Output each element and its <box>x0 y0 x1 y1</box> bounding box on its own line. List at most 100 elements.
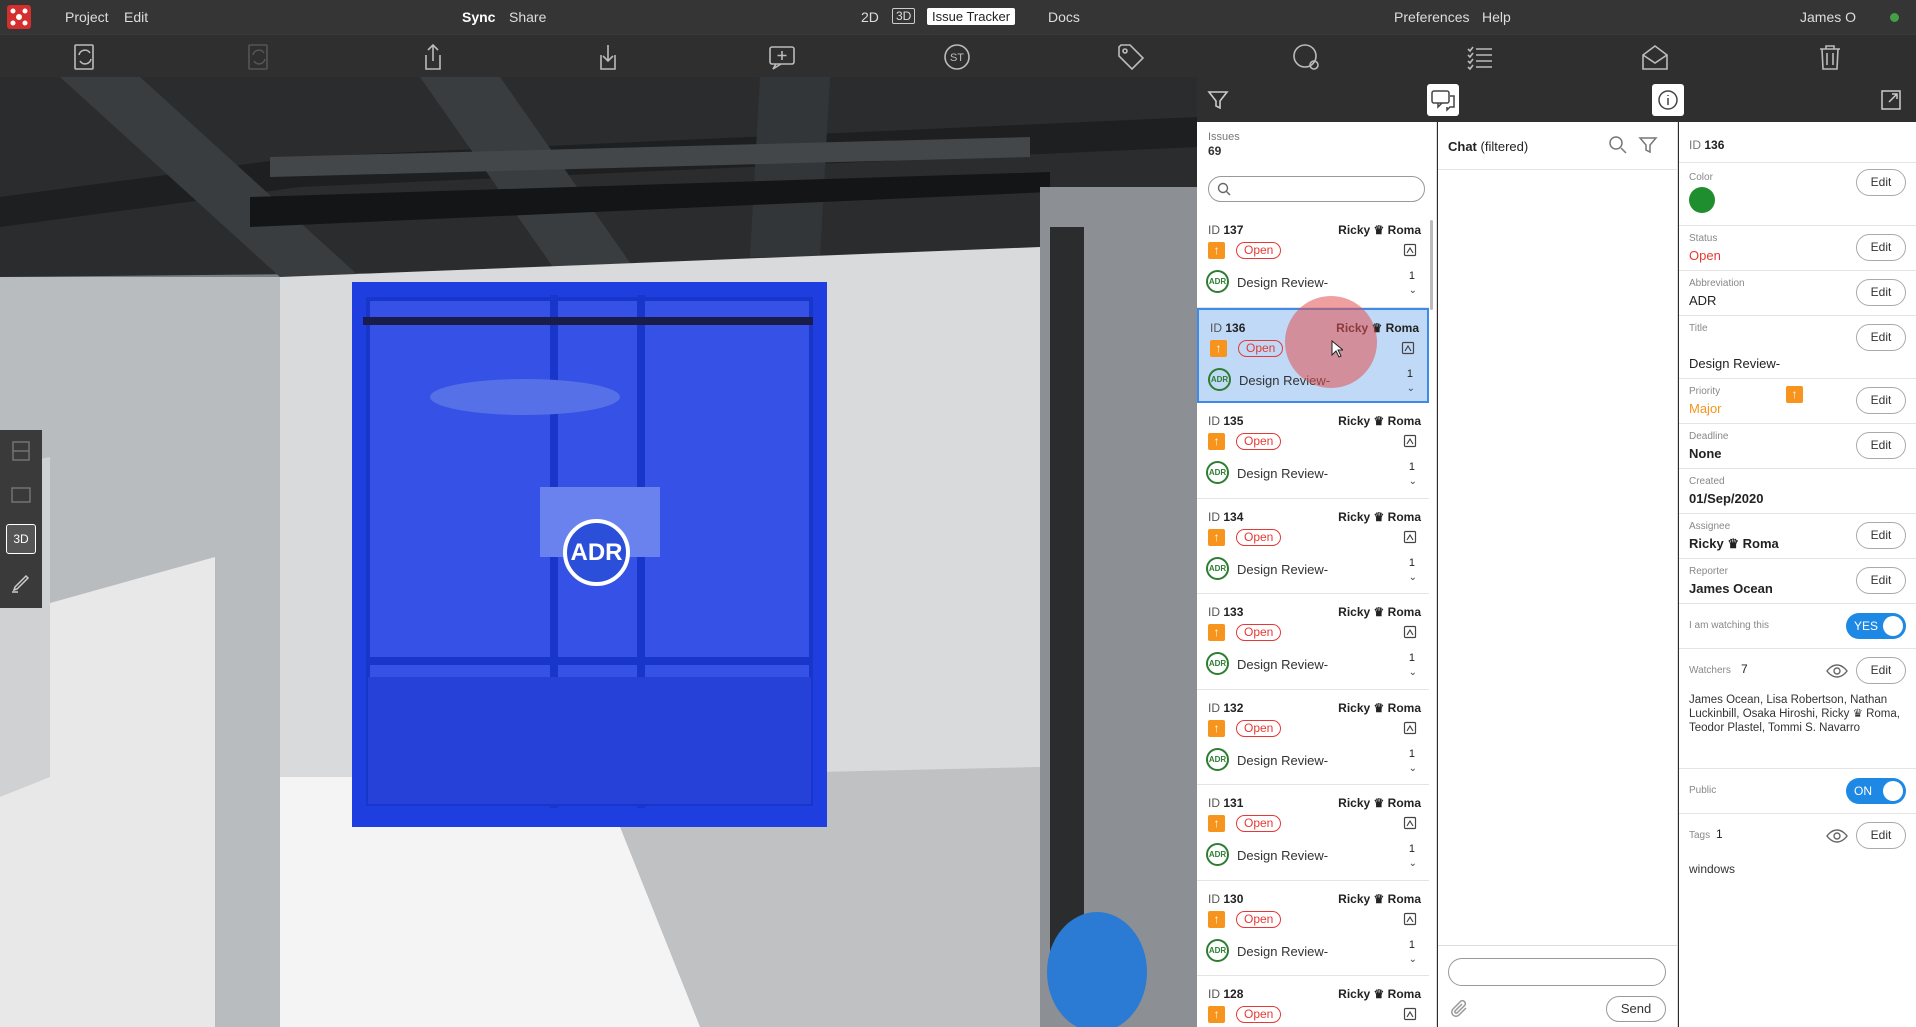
mouse-cursor-icon <box>1331 340 1343 358</box>
issue-id-value: 137 <box>1223 223 1244 237</box>
chat-filter-icon[interactable] <box>1638 135 1658 155</box>
chat-message-input[interactable] <box>1448 958 1666 986</box>
issue-row[interactable]: ID 134 Ricky ♛ Roma ↑ Open ADR Design Review-… <box>1197 499 1429 594</box>
created-label: Created <box>1689 476 1725 487</box>
menubar: Project Edit Sync Share 2D 3D Issue Trac… <box>0 0 1916 34</box>
issue-marker-adr[interactable]: ADR <box>563 519 630 586</box>
pen-markup-icon[interactable] <box>6 568 36 598</box>
viewpoint-icon[interactable] <box>1403 530 1417 544</box>
issue-row[interactable]: ID 133 Ricky ♛ Roma ↑ Open ADR Design Review-… <box>1197 594 1429 690</box>
watching-toggle[interactable]: YES <box>1846 613 1906 639</box>
chevron-down-icon[interactable]: ⌄ <box>1409 763 1417 774</box>
menu-edit[interactable]: Edit <box>124 9 148 25</box>
title-value: Design Review- <box>1689 356 1781 371</box>
mail-icon[interactable] <box>1639 41 1671 73</box>
viewpoint-icon[interactable] <box>1403 1007 1417 1021</box>
issue-row[interactable]: ID 128Ricky ♛ Roma↑OpenADRDesign Review-… <box>1197 976 1429 1027</box>
3d-viewport[interactable]: 3D ADR <box>0 77 1197 1027</box>
chat-search-icon[interactable] <box>1608 135 1628 155</box>
issues-search-input[interactable] <box>1208 176 1425 202</box>
viewpoint-icon[interactable] <box>1403 434 1417 448</box>
chevron-down-icon[interactable]: ⌄ <box>1409 572 1417 583</box>
share-export-icon[interactable] <box>417 41 449 73</box>
mode-3d[interactable]: 3D <box>892 8 916 24</box>
priority-up-icon: ↑ <box>1208 719 1225 737</box>
chevron-down-icon[interactable]: ⌄ <box>1409 285 1417 296</box>
title-label: Title <box>1689 323 1708 334</box>
download-icon[interactable] <box>592 41 624 73</box>
chevron-down-icon[interactable]: ⌄ <box>1409 858 1417 869</box>
chevron-down-icon[interactable]: ⌄ <box>1409 954 1417 965</box>
chevron-down-icon[interactable]: ⌄ <box>1409 667 1417 678</box>
send-button[interactable]: Send <box>1606 996 1666 1022</box>
tab-issue-tracker[interactable]: Issue Tracker <box>927 8 1016 25</box>
section-box-icon[interactable] <box>6 436 36 466</box>
issue-row[interactable]: ID 137 Ricky ♛ Roma ↑ Open ADR Design Review-… <box>1197 212 1429 308</box>
public-label: Public <box>1689 785 1717 796</box>
panel-header-bar <box>1197 77 1916 122</box>
st-settings-icon[interactable] <box>1290 41 1322 73</box>
edit-abbreviation-button[interactable]: Edit <box>1856 279 1906 306</box>
edit-status-button[interactable]: Edit <box>1856 234 1906 261</box>
watchers-count: 7 <box>1741 662 1748 676</box>
mode-3d-button[interactable]: 3D <box>6 524 36 554</box>
tag-icon[interactable] <box>1115 41 1147 73</box>
expand-panel-icon[interactable] <box>1875 84 1907 116</box>
issue-abbr-badge: ADR <box>1206 461 1229 484</box>
user-name[interactable]: James O <box>1800 9 1856 25</box>
viewpoint-icon[interactable] <box>1401 341 1415 355</box>
mode-2d[interactable]: 2D <box>861 9 879 25</box>
sync-document-icon[interactable] <box>69 41 101 73</box>
issue-row[interactable]: ID 130 Ricky ♛ Roma ↑ Open ADR Design Review-… <box>1197 881 1429 976</box>
viewpoint-icon[interactable] <box>1403 721 1417 735</box>
assignee-first: Ricky <box>1338 700 1371 715</box>
issue-assignee: Ricky ♛ Roma <box>1338 605 1421 619</box>
viewpoint-icon[interactable] <box>1403 816 1417 830</box>
edit-reporter-button[interactable]: Edit <box>1856 567 1906 594</box>
issue-id-value: 130 <box>1223 891 1244 906</box>
mode-2d-icon[interactable] <box>6 480 36 510</box>
edit-watchers-button[interactable]: Edit <box>1856 657 1906 684</box>
edit-deadline-button[interactable]: Edit <box>1856 432 1906 459</box>
menu-help[interactable]: Help <box>1482 9 1511 25</box>
issue-assignee: Ricky ♛ Roma <box>1338 796 1421 810</box>
eye-icon[interactable] <box>1826 828 1848 844</box>
edit-color-button[interactable]: Edit <box>1856 169 1906 196</box>
assignee-last: Roma <box>1387 891 1421 906</box>
viewpoint-icon[interactable] <box>1403 243 1417 257</box>
chat-toggle-icon[interactable] <box>1427 84 1459 116</box>
issue-details-panel: ID 136 Color Edit Status Open Edit Abbre… <box>1679 122 1916 1027</box>
chevron-down-icon[interactable]: ⌄ <box>1407 383 1415 394</box>
attach-icon[interactable] <box>1448 998 1472 1022</box>
menu-project[interactable]: Project <box>65 9 109 25</box>
menu-preferences[interactable]: Preferences <box>1394 9 1469 25</box>
issues-scrollbar[interactable] <box>1430 220 1433 310</box>
eye-icon[interactable] <box>1826 663 1848 679</box>
field-color: Color Edit <box>1679 162 1916 214</box>
app-logo-icon[interactable] <box>7 5 31 29</box>
assignee-last: Roma <box>1387 796 1421 810</box>
sync-document-disabled-icon[interactable] <box>243 41 275 73</box>
issue-row[interactable]: ID 132 Ricky ♛ Roma ↑ Open ADR Design Review-… <box>1197 690 1429 785</box>
filter-icon[interactable] <box>1202 84 1234 116</box>
edit-priority-button[interactable]: Edit <box>1856 387 1906 414</box>
st-icon[interactable]: ST <box>941 41 973 73</box>
info-toggle-icon[interactable] <box>1652 84 1684 116</box>
edit-tags-button[interactable]: Edit <box>1856 822 1906 849</box>
priority-up-icon: ↑ <box>1210 339 1227 357</box>
add-comment-icon[interactable] <box>766 41 798 73</box>
menu-share[interactable]: Share <box>509 9 546 25</box>
trash-icon[interactable] <box>1814 41 1846 73</box>
issue-comment-count: 1 <box>1408 938 1415 951</box>
issue-row[interactable]: ID 131 Ricky ♛ Roma ↑ Open ADR Design Review-… <box>1197 785 1429 881</box>
viewpoint-icon[interactable] <box>1403 912 1417 926</box>
checklist-icon[interactable] <box>1464 41 1496 73</box>
public-toggle[interactable]: ON <box>1846 778 1906 804</box>
viewpoint-icon[interactable] <box>1403 625 1417 639</box>
edit-assignee-button[interactable]: Edit <box>1856 522 1906 549</box>
menu-docs[interactable]: Docs <box>1048 9 1080 25</box>
issue-row[interactable]: ID 135 Ricky ♛ Roma ↑ Open ADR Design Review-… <box>1197 403 1429 499</box>
menu-sync[interactable]: Sync <box>462 9 495 25</box>
chevron-down-icon[interactable]: ⌄ <box>1409 476 1417 487</box>
edit-title-button[interactable]: Edit <box>1856 324 1906 351</box>
